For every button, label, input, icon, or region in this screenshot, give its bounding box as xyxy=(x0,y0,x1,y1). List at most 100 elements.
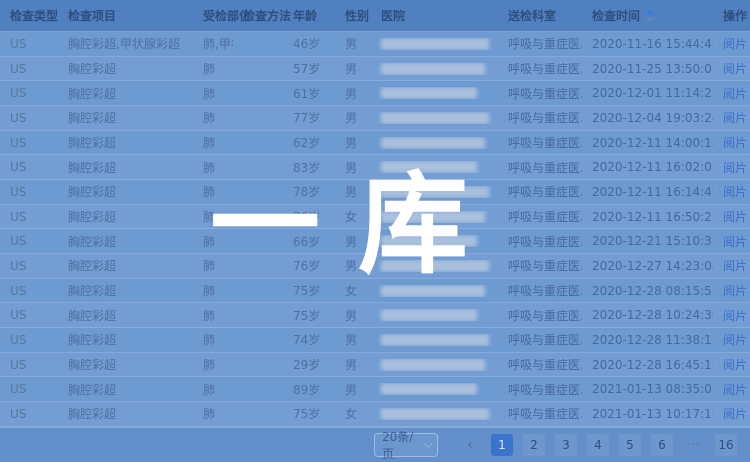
cell-department: 呼吸与重症医... xyxy=(498,307,582,324)
cell-exam-type: US xyxy=(0,62,58,76)
view-images-link[interactable]: 阅片 xyxy=(723,407,747,421)
view-images-link[interactable]: 阅片 xyxy=(723,309,747,323)
column-header-action: 操作 xyxy=(713,7,750,24)
table-row[interactable]: US 胸腔彩超 肺 89岁 男 呼吸与重症医... 2021-01-13 08:… xyxy=(0,377,750,402)
column-header-exam-time[interactable]: 检查时间 xyxy=(582,7,713,24)
view-images-link[interactable]: 阅片 xyxy=(723,37,747,51)
redaction-blur xyxy=(381,359,485,371)
cell-exam-type: US xyxy=(0,86,58,100)
page-button-16[interactable]: 16 xyxy=(715,434,737,456)
cell-exam-item: 胸腔彩超 xyxy=(58,381,193,398)
table-row[interactable]: US 胸腔彩超 肺 75岁 女 呼吸与重症医... 2021-01-13 10:… xyxy=(0,402,750,427)
cell-exam-type: US xyxy=(0,136,58,150)
cell-exam-item: 胸腔彩超 xyxy=(58,405,193,422)
page-button-1[interactable]: 1 xyxy=(491,434,513,456)
view-images-link[interactable]: 阅片 xyxy=(723,161,747,175)
table-row[interactable]: US 胸腔彩超 肺 76岁 女 呼吸与重症医... 2020-12-11 16:… xyxy=(0,205,750,230)
redaction-blur xyxy=(381,285,485,297)
table-row[interactable]: US 胸腔彩超 肺 75岁 女 呼吸与重症医... 2020-12-28 08:… xyxy=(0,279,750,304)
table-row[interactable]: US 胸腔彩超 肺 78岁 男 呼吸与重症医... 2020-12-11 16:… xyxy=(0,180,750,205)
cell-exam-type: US xyxy=(0,333,58,347)
cell-exam-time: 2020-12-21 15:10:33 xyxy=(582,234,713,248)
cell-body-part: 肺 xyxy=(193,85,233,102)
table-row[interactable]: US 胸腔彩超 肺 75岁 男 呼吸与重症医... 2020-12-28 10:… xyxy=(0,303,750,328)
cell-exam-time: 2020-11-25 13:50:01 xyxy=(582,62,713,76)
cell-exam-item: 胸腔彩超 xyxy=(58,134,193,151)
view-images-link[interactable]: 阅片 xyxy=(723,185,747,199)
view-images-link[interactable]: 阅片 xyxy=(723,136,747,150)
cell-gender: 女 xyxy=(335,208,371,225)
cell-action: 阅片 xyxy=(713,35,750,52)
redaction-blur xyxy=(381,38,489,50)
page-button-3[interactable]: 3 xyxy=(555,434,577,456)
table-row[interactable]: US 胸腔彩超 肺 66岁 男 呼吸与重症医... 2020-12-21 15:… xyxy=(0,229,750,254)
cell-hospital-redacted xyxy=(371,112,498,124)
view-images-link[interactable]: 阅片 xyxy=(723,62,747,76)
redaction-blur xyxy=(381,235,477,247)
cell-exam-item: 胸腔彩超 xyxy=(58,257,193,274)
pager-ellipsis[interactable]: ··· xyxy=(683,434,705,456)
cell-department: 呼吸与重症医... xyxy=(498,381,582,398)
cell-department: 呼吸与重症医... xyxy=(498,60,582,77)
page-button-6[interactable]: 6 xyxy=(651,434,673,456)
table-row[interactable]: US 胸腔彩超 肺 76岁 男 呼吸与重症医... 2020-12-27 14:… xyxy=(0,254,750,279)
table-row[interactable]: US 胸腔彩超,甲状腺彩超 肺,甲状... 46岁 男 呼吸与重症医... 20… xyxy=(0,32,750,57)
cell-exam-time: 2020-12-04 19:03:24 xyxy=(582,111,713,125)
cell-gender: 男 xyxy=(335,233,371,250)
cell-hospital-redacted xyxy=(371,260,498,272)
page-button-4[interactable]: 4 xyxy=(587,434,609,456)
page-button-5[interactable]: 5 xyxy=(619,434,641,456)
view-images-link[interactable]: 阅片 xyxy=(723,210,747,224)
cell-body-part: 肺 xyxy=(193,282,233,299)
view-images-link[interactable]: 阅片 xyxy=(723,259,747,273)
table-row[interactable]: US 胸腔彩超 肺 62岁 男 呼吸与重症医... 2020-12-11 14:… xyxy=(0,131,750,156)
view-images-link[interactable]: 阅片 xyxy=(723,333,747,347)
cell-exam-type: US xyxy=(0,308,58,322)
cell-body-part: 肺 xyxy=(193,331,233,348)
column-header-age: 年龄 xyxy=(283,7,335,24)
cell-exam-type: US xyxy=(0,284,58,298)
view-images-link[interactable]: 阅片 xyxy=(723,235,747,249)
cell-gender: 男 xyxy=(335,134,371,151)
cell-action: 阅片 xyxy=(713,85,750,102)
sort-caret-icon[interactable] xyxy=(645,9,655,23)
cell-body-part: 肺 xyxy=(193,356,233,373)
cell-exam-type: US xyxy=(0,160,58,174)
cell-department: 呼吸与重症医... xyxy=(498,109,582,126)
cell-action: 阅片 xyxy=(713,381,750,398)
cell-body-part: 肺 xyxy=(193,183,233,200)
cell-body-part: 肺 xyxy=(193,109,233,126)
cell-exam-type: US xyxy=(0,407,58,421)
page-size-select[interactable]: 20条/页 xyxy=(374,433,438,457)
cell-age: 74岁 xyxy=(283,331,335,348)
cell-age: 78岁 xyxy=(283,183,335,200)
view-images-link[interactable]: 阅片 xyxy=(723,383,747,397)
view-images-link[interactable]: 阅片 xyxy=(723,358,747,372)
table-body: US 胸腔彩超,甲状腺彩超 肺,甲状... 46岁 男 呼吸与重症医... 20… xyxy=(0,32,750,427)
cell-gender: 男 xyxy=(335,307,371,324)
redaction-blur xyxy=(381,334,489,346)
table-row[interactable]: US 胸腔彩超 肺 83岁 男 呼吸与重症医... 2020-12-11 16:… xyxy=(0,155,750,180)
prev-page-button[interactable]: ‹ xyxy=(459,434,481,456)
table-row[interactable]: US 胸腔彩超 肺 29岁 男 呼吸与重症医... 2020-12-28 16:… xyxy=(0,353,750,378)
cell-department: 呼吸与重症医... xyxy=(498,85,582,102)
redaction-blur xyxy=(381,260,489,272)
table-row[interactable]: US 胸腔彩超 肺 61岁 男 呼吸与重症医... 2020-12-01 11:… xyxy=(0,81,750,106)
cell-hospital-redacted xyxy=(371,309,498,321)
table-row[interactable]: US 胸腔彩超 肺 74岁 男 呼吸与重症医... 2020-12-28 11:… xyxy=(0,328,750,353)
table-row[interactable]: US 胸腔彩超 肺 57岁 男 呼吸与重症医... 2020-11-25 13:… xyxy=(0,57,750,82)
cell-department: 呼吸与重症医... xyxy=(498,183,582,200)
cell-age: 62岁 xyxy=(283,134,335,151)
view-images-link[interactable]: 阅片 xyxy=(723,284,747,298)
cell-exam-time: 2021-01-13 08:35:05 xyxy=(582,382,713,396)
cell-exam-type: US xyxy=(0,111,58,125)
cell-body-part: 肺 xyxy=(193,381,233,398)
cell-action: 阅片 xyxy=(713,257,750,274)
cell-hospital-redacted xyxy=(371,38,498,50)
view-images-link[interactable]: 阅片 xyxy=(723,87,747,101)
table-row[interactable]: US 胸腔彩超 肺 77岁 男 呼吸与重症医... 2020-12-04 19:… xyxy=(0,106,750,131)
cell-department: 呼吸与重症医... xyxy=(498,282,582,299)
view-images-link[interactable]: 阅片 xyxy=(723,111,747,125)
page-button-2[interactable]: 2 xyxy=(523,434,545,456)
cell-gender: 男 xyxy=(335,85,371,102)
